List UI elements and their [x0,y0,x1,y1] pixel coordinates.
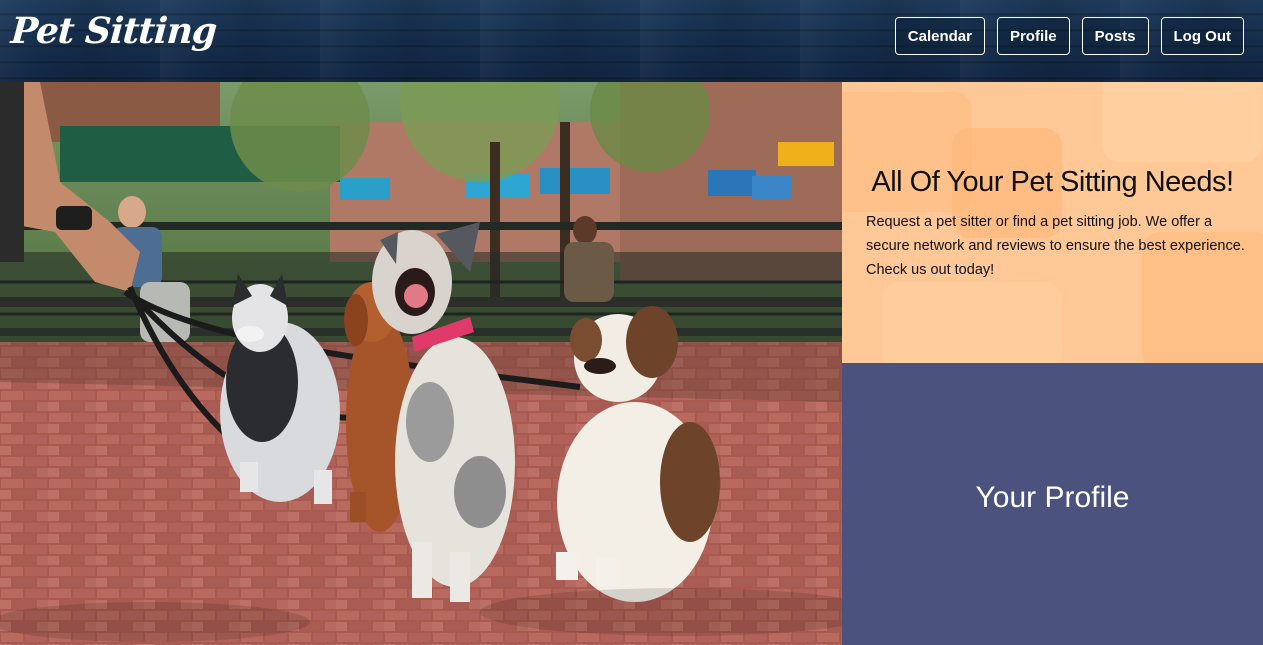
nav-posts-button[interactable]: Posts [1081,17,1149,55]
hero-image [0,82,842,645]
main-nav: Calendar Profile Posts Log Out [894,17,1244,55]
site-logo[interactable]: Pet Sitting [10,10,218,52]
promo-pattern [882,282,1062,363]
profile-card[interactable]: Your Profile [842,363,1263,645]
promo-panel: All Of Your Pet Sitting Needs! Request a… [842,82,1263,363]
site-header: Pet Sitting Calendar Profile Posts Log O… [0,0,1263,82]
nav-logout-button[interactable]: Log Out [1160,17,1244,55]
nav-calendar-button[interactable]: Calendar [894,17,985,55]
promo-description: Request a pet sitter or find a pet sitti… [866,214,1245,278]
promo-pattern [1102,82,1262,162]
nav-profile-button[interactable]: Profile [996,17,1070,55]
profile-card-title[interactable]: Your Profile [842,481,1263,515]
promo-title: All Of Your Pet Sitting Needs! [871,166,1234,198]
